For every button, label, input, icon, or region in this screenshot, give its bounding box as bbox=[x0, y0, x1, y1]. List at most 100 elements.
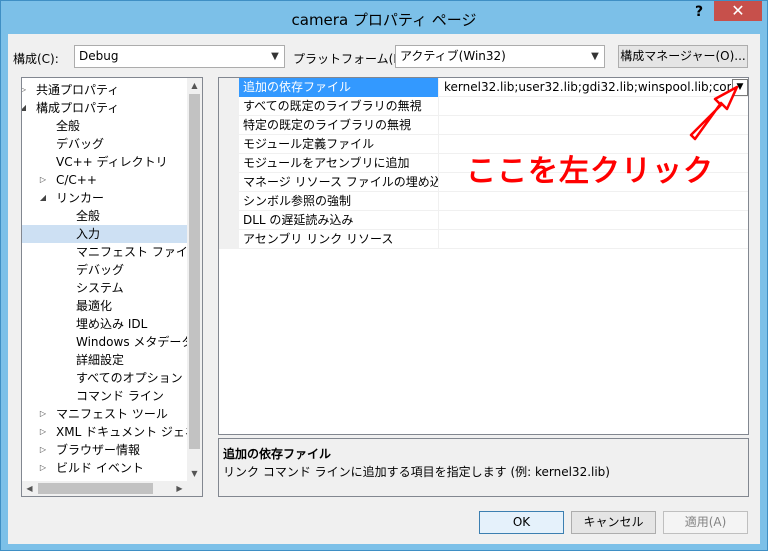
tree-item-label: コマンド ライン bbox=[76, 389, 164, 403]
annotation-text: ここを左クリック bbox=[466, 154, 714, 189]
expand-icon[interactable]: ▷ bbox=[38, 423, 48, 441]
expand-icon[interactable]: ▷ bbox=[38, 405, 48, 423]
tree-item[interactable]: Windows メタデータ bbox=[22, 333, 188, 351]
platform-select[interactable]: アクティブ(Win32) ▼ bbox=[395, 45, 605, 68]
tree-horizontal-scrollbar[interactable]: ◀ ▶ bbox=[22, 481, 202, 496]
tree-item[interactable]: すべてのオプション bbox=[22, 369, 188, 387]
expand-icon[interactable]: ▷ bbox=[38, 459, 48, 477]
row-gutter bbox=[219, 135, 239, 154]
tree-item[interactable]: 詳細設定 bbox=[22, 351, 188, 369]
tree-item[interactable]: 全般 bbox=[22, 117, 188, 135]
tree-item-label: デバッグ bbox=[76, 263, 125, 277]
help-button[interactable]: ? bbox=[687, 1, 711, 23]
tree-item[interactable]: ◢ 構成プロパティ bbox=[22, 99, 188, 117]
tree-item[interactable]: ▷ XML ドキュメント ジェネレー bbox=[22, 423, 188, 441]
tree-item-label: 全般 bbox=[56, 119, 81, 133]
tree-item-label: Windows メタデータ bbox=[76, 335, 188, 349]
tree-item[interactable]: マニフェスト ファイル bbox=[22, 243, 188, 261]
property-value[interactable] bbox=[440, 192, 731, 211]
tree-item-label: デバッグ bbox=[56, 137, 105, 151]
apply-button[interactable]: 適用(A) bbox=[663, 511, 748, 534]
configuration-manager-button[interactable]: 構成マネージャー(O)... bbox=[618, 45, 748, 68]
tree-item[interactable]: ▷ マニフェスト ツール bbox=[22, 405, 188, 423]
title-bar: camera プロパティ ページ ? ✕ bbox=[1, 1, 767, 34]
tree-item-label: C/C++ bbox=[56, 173, 97, 187]
property-row[interactable]: 追加の依存ファイル kernel32.lib;user32.lib;gdi32.l… bbox=[219, 78, 748, 97]
expand-icon[interactable]: ▷ bbox=[38, 171, 48, 189]
tree-item-label: 全般 bbox=[76, 209, 101, 223]
tree-item[interactable]: ▷ C/C++ bbox=[22, 171, 188, 189]
tree-item[interactable]: コマンド ライン bbox=[22, 387, 188, 405]
scroll-left-icon[interactable]: ◀ bbox=[22, 481, 37, 496]
tree-item[interactable]: VC++ ディレクトリ bbox=[22, 153, 188, 171]
configuration-value: Debug bbox=[79, 49, 119, 63]
tree-item-label: リンカー bbox=[56, 191, 105, 205]
tree-item[interactable]: ▷ 共通プロパティ bbox=[22, 81, 188, 99]
tree-item-label: 入力 bbox=[76, 227, 101, 241]
row-gutter bbox=[219, 78, 239, 97]
scroll-down-icon[interactable]: ▼ bbox=[187, 466, 202, 481]
tree-item-label: 最適化 bbox=[76, 299, 113, 313]
property-row[interactable]: DLL の遅延読み込み bbox=[219, 211, 748, 230]
tree-item[interactable]: ▷ ブラウザー情報 bbox=[22, 441, 188, 459]
configuration-select[interactable]: Debug ▼ bbox=[74, 45, 285, 68]
expand-icon[interactable]: ▷ bbox=[38, 441, 48, 459]
tree-item-label: すべてのオプション bbox=[76, 371, 183, 385]
close-button[interactable]: ✕ bbox=[714, 1, 762, 21]
tree-item[interactable]: 埋め込み IDL bbox=[22, 315, 188, 333]
tree-item-label: ブラウザー情報 bbox=[56, 443, 141, 457]
description-panel: 追加の依存ファイル リンク コマンド ラインに追加する項目を指定します (例: … bbox=[218, 438, 749, 497]
row-gutter bbox=[219, 97, 239, 116]
tree-item-label: VC++ ディレクトリ bbox=[56, 155, 168, 169]
tree-item-label: ビルド イベント bbox=[56, 461, 144, 475]
scroll-thumb-horizontal[interactable] bbox=[38, 483, 153, 494]
scroll-up-icon[interactable]: ▲ bbox=[187, 78, 202, 93]
tree-vertical-scrollbar[interactable]: ▲ ▼ bbox=[187, 78, 202, 481]
tree-item-label: XML ドキュメント ジェネレー bbox=[56, 425, 188, 439]
property-name: アセンブリ リンク リソース bbox=[239, 230, 439, 249]
property-row[interactable]: 特定の既定のライブラリの無視 bbox=[219, 116, 748, 135]
property-tree: ▷共通プロパティ◢構成プロパティ全般デバッグVC++ ディレクトリ▷C/C++◢… bbox=[21, 77, 203, 497]
tree-item-label: マニフェスト ファイル bbox=[76, 245, 188, 259]
tree-item[interactable]: ▷ ビルド イベント bbox=[22, 459, 188, 477]
chevron-down-icon: ▼ bbox=[591, 51, 599, 62]
property-name: マネージ リソース ファイルの埋め込み bbox=[239, 173, 439, 192]
tree-item[interactable]: 入力 bbox=[22, 225, 188, 243]
row-gutter bbox=[219, 192, 239, 211]
row-gutter bbox=[219, 116, 239, 135]
scroll-thumb[interactable] bbox=[189, 94, 200, 449]
property-name: DLL の遅延読み込み bbox=[239, 211, 439, 230]
cancel-button[interactable]: キャンセル bbox=[571, 511, 656, 534]
ok-button[interactable]: OK bbox=[479, 511, 564, 534]
configuration-label: 構成(C): bbox=[13, 52, 59, 66]
tree-item[interactable]: ◢ リンカー bbox=[22, 189, 188, 207]
property-name: 追加の依存ファイル bbox=[239, 78, 439, 97]
property-name: すべての既定のライブラリの無視 bbox=[239, 97, 439, 116]
property-name: シンボル参照の強制 bbox=[239, 192, 439, 211]
tree-item-label: システム bbox=[76, 281, 124, 295]
property-name: 特定の既定のライブラリの無視 bbox=[239, 116, 439, 135]
expand-icon[interactable]: ▷ bbox=[22, 81, 28, 99]
scroll-right-icon[interactable]: ▶ bbox=[172, 481, 187, 496]
tree-item[interactable]: デバッグ bbox=[22, 261, 188, 279]
property-value[interactable] bbox=[440, 211, 731, 230]
tree-item-label: 埋め込み IDL bbox=[76, 317, 148, 331]
property-row[interactable]: すべての既定のライブラリの無視 bbox=[219, 97, 748, 116]
platform-label: プラットフォーム(P): bbox=[293, 52, 410, 66]
property-name: モジュール定義ファイル bbox=[239, 135, 439, 154]
tree-item[interactable]: システム bbox=[22, 279, 188, 297]
property-grid: 追加の依存ファイル kernel32.lib;user32.lib;gdi32.l… bbox=[218, 77, 749, 435]
property-value[interactable] bbox=[440, 230, 731, 249]
tree-item[interactable]: 最適化 bbox=[22, 297, 188, 315]
property-row[interactable]: アセンブリ リンク リソース bbox=[219, 230, 748, 249]
collapse-icon[interactable]: ◢ bbox=[38, 189, 48, 207]
tree-item-label: 詳細設定 bbox=[76, 353, 125, 367]
tree-item-label: 共通プロパティ bbox=[36, 83, 120, 97]
collapse-icon[interactable]: ◢ bbox=[22, 99, 28, 117]
property-name: モジュールをアセンブリに追加 bbox=[239, 154, 439, 173]
tree-item[interactable]: 全般 bbox=[22, 207, 188, 225]
property-row[interactable]: シンボル参照の強制 bbox=[219, 192, 748, 211]
platform-value: アクティブ(Win32) bbox=[400, 49, 506, 63]
row-gutter bbox=[219, 154, 239, 173]
tree-item[interactable]: デバッグ bbox=[22, 135, 188, 153]
